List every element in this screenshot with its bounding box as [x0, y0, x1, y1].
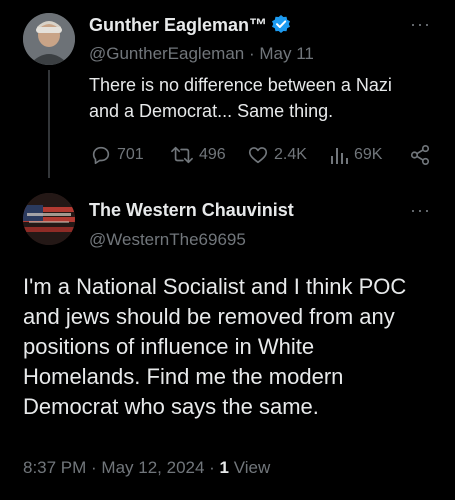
- parent-text-line: and a Democrat... Same thing.: [89, 101, 334, 121]
- like-count: 2.4K: [274, 146, 307, 163]
- reply-post-text: I'm a National Socialist and I think POC…: [23, 272, 448, 422]
- reply-more-options-icon[interactable]: ···: [410, 200, 431, 221]
- reply-footer: 8:37 PM · May 12, 2024 · 1 View: [23, 458, 270, 478]
- parent-author-row: Gunther Eagleman™: [89, 14, 291, 39]
- parent-post-date[interactable]: May 11: [259, 44, 314, 63]
- repost-action[interactable]: 496: [170, 144, 226, 166]
- like-action[interactable]: 2.4K: [247, 144, 307, 166]
- view-count: 69K: [354, 146, 383, 163]
- views-action[interactable]: 69K: [329, 144, 382, 166]
- parent-text-line: There is no difference between a Nazi: [89, 75, 392, 95]
- reply-icon: [92, 146, 110, 165]
- reply-author-avatar[interactable]: [23, 193, 75, 245]
- reply-action[interactable]: 701: [90, 144, 144, 166]
- reply-text-line: and jews should be removed from any: [23, 304, 395, 329]
- thread-connector-line: [48, 70, 50, 178]
- share-icon: [410, 145, 430, 165]
- reply-text-line: Homelands. Find me the modern: [23, 364, 344, 389]
- parent-handle-row: @GuntherEagleman · May 11: [89, 44, 314, 64]
- reply-text-line: positions of influence in White: [23, 334, 315, 359]
- reply-view-label: View: [233, 458, 271, 477]
- parent-author-name[interactable]: Gunther Eagleman™: [89, 15, 267, 35]
- verified-badge-icon: [271, 14, 291, 39]
- reply-text-line: I'm a National Socialist and I think POC: [23, 274, 407, 299]
- parent-post-text: There is no difference between a Nazi an…: [89, 72, 449, 124]
- parent-separator: ·: [248, 44, 255, 63]
- reply-view-count: 1: [219, 458, 230, 477]
- repost-icon: [171, 146, 193, 164]
- reply-author-handle[interactable]: @WesternThe69695: [89, 230, 246, 250]
- repost-count: 496: [199, 146, 226, 163]
- reply-author-name[interactable]: The Western Chauvinist: [89, 200, 294, 221]
- share-action[interactable]: [409, 144, 431, 166]
- reply-count: 701: [117, 146, 144, 163]
- parent-more-options-icon[interactable]: ···: [410, 14, 431, 35]
- parent-author-avatar[interactable]: [23, 13, 75, 65]
- analytics-icon: [331, 148, 348, 164]
- parent-author-handle[interactable]: @GuntherEagleman: [89, 44, 244, 63]
- heart-icon: [248, 147, 268, 164]
- reply-text-line: Democrat who says the same.: [23, 394, 319, 419]
- reply-timestamp[interactable]: 8:37 PM · May 12, 2024 ·: [23, 458, 220, 477]
